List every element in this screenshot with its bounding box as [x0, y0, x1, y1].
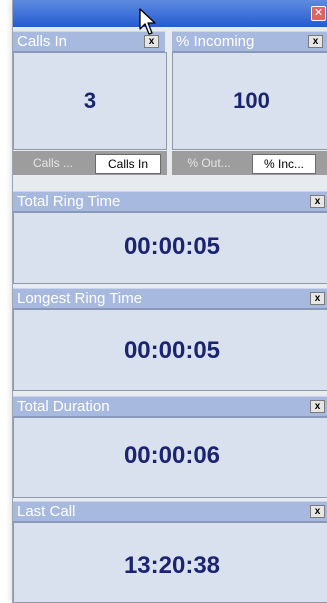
tab-calls-out[interactable]: Calls ... [17, 154, 89, 172]
calls-in-value: 3 [83, 88, 97, 113]
total-ring-time-panel: 00:00:05 [13, 212, 327, 284]
longest-ring-time-close-icon[interactable]: x [310, 292, 325, 305]
pct-incoming-value: 100 [233, 88, 270, 113]
calls-in-panel: 3 [13, 52, 167, 150]
total-ring-time-title: Total Ring Time [17, 193, 121, 210]
longest-ring-time-title: Longest Ring Time [17, 290, 143, 307]
total-duration-panel: 00:00:06 [13, 417, 327, 498]
window-close-icon[interactable]: ✕ [311, 6, 326, 21]
last-call-value: 13:20:38 [123, 552, 221, 579]
longest-ring-time-value: 00:00:05 [123, 337, 221, 364]
last-call-close-icon[interactable]: x [310, 505, 325, 518]
calls-in-close-icon[interactable]: x [144, 35, 159, 48]
last-call-header[interactable]: Last Call x [13, 501, 327, 522]
total-ring-time-value: 00:00:05 [123, 233, 221, 260]
tab-pct-incoming[interactable]: % Inc... [252, 154, 316, 174]
window-title-bar[interactable]: ✕ [13, 0, 327, 27]
pct-incoming-close-icon[interactable]: x [308, 35, 323, 48]
calls-in-title: Calls In [17, 33, 68, 50]
calls-in-tabs: Calls ... Calls In [13, 151, 167, 175]
pct-incoming-panel: 100 [172, 52, 327, 150]
tab-pct-outgoing[interactable]: % Out... [178, 154, 240, 172]
pct-incoming-tabs: % Out... % Inc... [172, 151, 327, 175]
last-call-panel: 13:20:38 [13, 522, 327, 603]
total-duration-value: 00:00:06 [123, 442, 221, 469]
pct-incoming-header[interactable]: % Incoming x [172, 31, 327, 52]
total-duration-header[interactable]: Total Duration x [13, 396, 327, 417]
total-ring-time-close-icon[interactable]: x [310, 195, 325, 208]
total-duration-close-icon[interactable]: x [310, 400, 325, 413]
longest-ring-time-header[interactable]: Longest Ring Time x [13, 288, 327, 309]
total-duration-title: Total Duration [17, 398, 110, 415]
tab-calls-in[interactable]: Calls In [95, 154, 161, 174]
pct-incoming-title: % Incoming [176, 33, 255, 50]
longest-ring-time-panel: 00:00:05 [13, 309, 327, 391]
stats-window: ✕ Calls In x 3 Calls ... Calls In % Inco… [12, 0, 327, 603]
total-ring-time-header[interactable]: Total Ring Time x [13, 191, 327, 212]
mouse-pointer-icon [139, 8, 156, 35]
last-call-title: Last Call [17, 503, 76, 520]
